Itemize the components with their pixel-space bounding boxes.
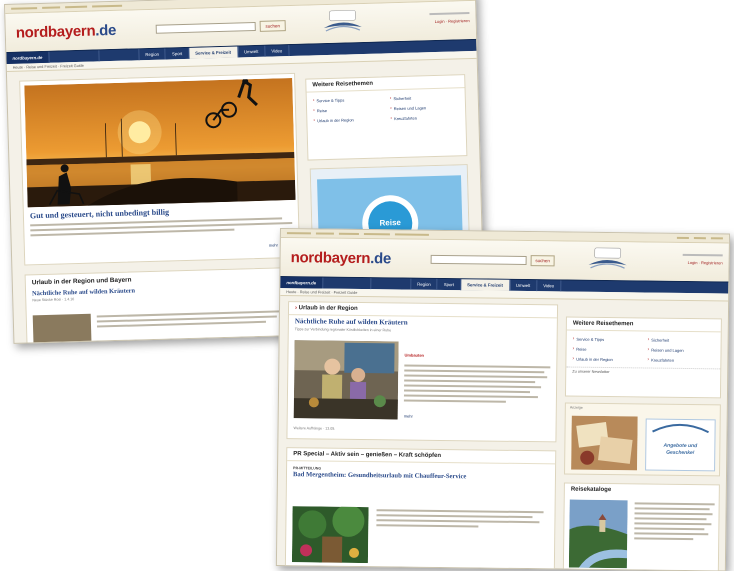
feature-article: Gut und gesteuert, nicht unbedingt billi…: [19, 72, 301, 266]
catalog-teaser: [634, 502, 715, 543]
nav-item-sport[interactable]: Sport: [437, 278, 462, 291]
topic-link[interactable]: › Kreuzfahrten: [390, 113, 459, 121]
topic-link[interactable]: › Reise: [313, 105, 382, 113]
nav-item-region[interactable]: Region: [139, 48, 167, 61]
region-teaser: [96, 310, 293, 330]
gift-voucher-photo: [571, 415, 638, 471]
search-input[interactable]: [430, 254, 527, 266]
catalog-section: Reisekataloge: [562, 482, 720, 571]
nav-item-service-freizeit[interactable]: Service & Freizeit: [189, 46, 239, 59]
ad-label: Anzeige: [569, 405, 583, 410]
topic-link[interactable]: › Service & Tipps: [573, 336, 640, 343]
topic-link[interactable]: › Service & Tipps: [313, 95, 382, 103]
site-logo[interactable]: nordbayern.de: [16, 22, 117, 42]
search-button[interactable]: suchen: [530, 255, 555, 267]
children-cooking-photo[interactable]: [293, 340, 399, 420]
topic-link[interactable]: › Reisen und Lagen: [648, 346, 715, 353]
feature-teaser: [30, 217, 293, 239]
region-thumbnail[interactable]: [32, 313, 92, 344]
nav-item-umwelt[interactable]: Umwelt: [237, 45, 266, 58]
topic-link[interactable]: › Kreuzfahrten: [647, 356, 714, 363]
region-footer[interactable]: Weitere Aufhänge · 13.05.: [294, 426, 336, 431]
ad-text-box: Angebote und Geschenke!: [645, 418, 716, 472]
nav-item-video[interactable]: Video: [265, 45, 290, 57]
nav-item-home[interactable]: nordbayern.de: [280, 277, 324, 289]
feature-more-link[interactable]: mehr: [269, 242, 278, 247]
topic-link[interactable]: › Urlaub in der Region: [313, 115, 382, 124]
catalog-title: Reisekataloge: [570, 486, 612, 494]
further-topics-box: Weitere Reisethemen › Service & Tipps › Si…: [305, 74, 468, 161]
topic-link[interactable]: › Sicherheit: [390, 93, 459, 101]
newsletter-note[interactable]: Zu unserer Newsletter: [566, 366, 721, 378]
nav-item-home[interactable]: nordbayern.de: [6, 51, 50, 64]
feature-headline[interactable]: Gut und gesteuert, nicht unbedingt billi…: [30, 207, 169, 220]
region-teaser: Umbauten mehr: [404, 344, 551, 425]
partner-badge-icon: [588, 247, 627, 269]
topic-link[interactable]: › Reisen und Lagen: [390, 103, 459, 112]
park-photo[interactable]: [291, 506, 369, 564]
masthead: nordbayern.de suchen Login · Registriere…: [280, 238, 729, 282]
nav-item-nuernberger[interactable]: [323, 277, 372, 290]
svg-text:Reise: Reise: [379, 218, 401, 228]
ad-banner[interactable]: Anzeige Angebote und Geschenke!: [564, 402, 721, 477]
site-logo[interactable]: nordbayern.de: [291, 249, 391, 267]
screenshot-page-front: nordbayern.de suchen Login · Registriere…: [275, 228, 730, 571]
masthead-links[interactable]: Login · Registrieren: [682, 251, 723, 266]
region-section: › Urlaub in der Region Nächtliche Ruhe a…: [286, 301, 559, 443]
topic-link[interactable]: › Reise: [573, 346, 640, 353]
nav-item-nuernberger[interactable]: [49, 50, 100, 63]
pr-teaser: [376, 509, 546, 531]
nav-item-sport[interactable]: Sport: [165, 47, 190, 60]
topic-link[interactable]: › Urlaub in der Region: [572, 356, 639, 363]
topic-link[interactable]: › Sicherheit: [648, 337, 715, 344]
search-button[interactable]: suchen: [259, 20, 286, 32]
masthead-links[interactable]: Login · Registrieren: [429, 9, 470, 25]
pr-special-section: PR Special – Aktiv sein – genießen – Kra…: [284, 447, 557, 571]
nav-item-region[interactable]: Region: [411, 278, 438, 290]
nav-item-nz[interactable]: [99, 49, 140, 62]
nav-item-video[interactable]: Video: [537, 280, 562, 292]
region-section: Urlaub in der Region und Bayern Nächtlic…: [24, 266, 303, 344]
topic-link-list: › Service & Tipps › Sicherheit › Reise › Rei…: [307, 88, 466, 128]
nav-item-umwelt[interactable]: Umwelt: [509, 279, 538, 292]
nav-item-service-freizeit[interactable]: Service & Freizeit: [461, 279, 510, 291]
nav-item-nz[interactable]: [371, 278, 412, 290]
partner-badge-icon: [323, 9, 362, 32]
topic-link-list: › Service & Tipps › Sicherheit › Reise › Rei…: [566, 331, 720, 369]
ad-logo-icon: [652, 423, 709, 434]
rhine-catalog-cover[interactable]: [568, 499, 628, 569]
further-topics-box: Weitere Reisethemen › Service & Tipps › Si…: [564, 316, 722, 399]
sunset-bmx-photo[interactable]: [24, 77, 296, 208]
ad-text: Angebote und Geschenke!: [663, 442, 698, 457]
search-input[interactable]: [155, 21, 256, 34]
region-more-link[interactable]: mehr: [404, 413, 413, 418]
